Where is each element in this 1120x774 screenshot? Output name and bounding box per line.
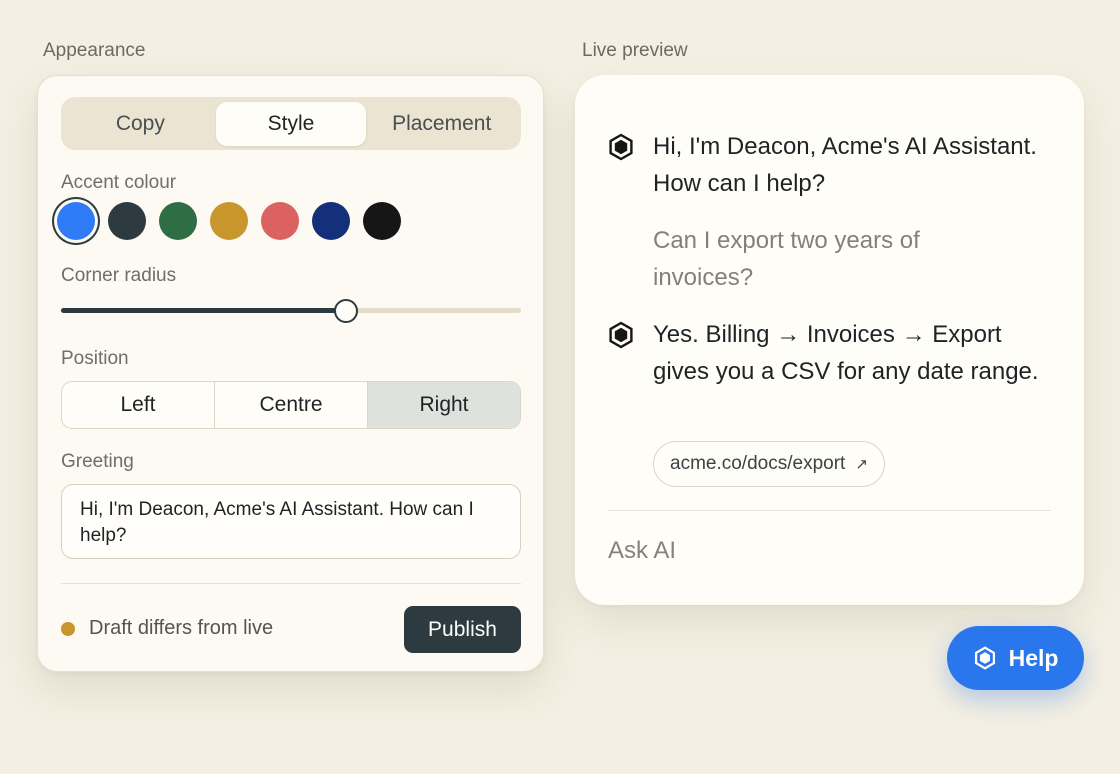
assistant-message: Yes. Billing → Invoices → Export gives y… — [653, 321, 1039, 385]
ask-ai-input[interactable]: Ask AI — [608, 537, 676, 565]
divider — [61, 583, 521, 584]
accent-swatch-3[interactable] — [159, 202, 197, 240]
position-right-option[interactable]: Right — [368, 382, 520, 428]
help-label: Help — [1008, 644, 1059, 671]
help-hexagon-icon — [974, 646, 995, 670]
tab-placement[interactable]: Placement — [366, 102, 517, 146]
accent-swatch-7[interactable] — [363, 202, 401, 240]
status-text: Draft differs from live — [89, 617, 274, 639]
slider-fill — [61, 308, 347, 313]
accent-swatch-5[interactable] — [261, 202, 299, 240]
greeting-input[interactable]: Hi, I'm Deacon, Acme's AI Assistant. How… — [61, 484, 521, 559]
chat-preview-panel: Hi, I'm Deacon, Acme's AI Assistant. How… — [575, 75, 1084, 605]
tab-bar: Copy Style Placement — [61, 97, 521, 150]
assistant-hexagon-icon — [609, 133, 633, 161]
link-chip-label: acme.co/docs/export — [670, 453, 846, 474]
greeting-label: Greeting — [61, 451, 134, 472]
corner-radius-slider[interactable] — [61, 299, 521, 323]
tab-style[interactable]: Style — [215, 101, 367, 146]
accent-swatch-1[interactable] — [57, 202, 95, 240]
docs-link-chip[interactable]: acme.co/docs/export ↗ — [653, 441, 885, 487]
divider — [608, 510, 1051, 511]
assistant-message: Hi, I'm Deacon, Acme's AI Assistant. How… — [653, 133, 1037, 197]
help-launcher-button[interactable]: Help — [947, 626, 1084, 690]
draft-status: Draft differs from live — [61, 617, 273, 640]
accent-colour-label: Accent colour — [61, 172, 177, 193]
accent-swatch-6[interactable] — [312, 202, 350, 240]
slider-thumb[interactable] — [334, 299, 359, 323]
external-link-icon: ↗ — [855, 456, 868, 473]
position-label: Position — [61, 348, 129, 369]
accent-swatches — [57, 202, 401, 240]
position-left-option[interactable]: Left — [62, 382, 215, 428]
accent-swatch-4[interactable] — [210, 202, 248, 240]
appearance-panel: Copy Style Placement Accent colour Corne… — [37, 75, 544, 672]
position-segmented-control: Left Centre Right — [61, 381, 521, 429]
assistant-hexagon-icon — [609, 321, 633, 349]
live-preview-heading: Live preview — [582, 40, 688, 61]
accent-swatch-2[interactable] — [108, 202, 146, 240]
position-centre-option[interactable]: Centre — [215, 382, 368, 428]
corner-radius-label: Corner radius — [61, 265, 177, 286]
user-message: Can I export two years of invoices? — [653, 227, 920, 291]
tab-copy[interactable]: Copy — [65, 102, 216, 146]
appearance-heading: Appearance — [43, 40, 146, 61]
status-dot-icon — [61, 621, 75, 636]
publish-button[interactable]: Publish — [404, 606, 521, 653]
